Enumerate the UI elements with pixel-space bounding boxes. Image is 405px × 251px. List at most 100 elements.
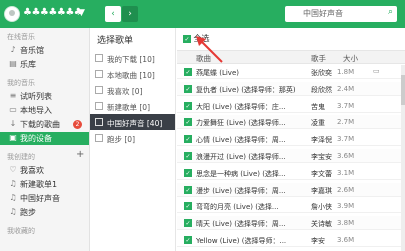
song-size: 2.6M	[337, 185, 355, 194]
checkbox[interactable]	[95, 134, 103, 142]
checkbox[interactable]	[95, 54, 103, 62]
avatar[interactable]	[4, 6, 20, 22]
song-size: 1.8M	[337, 68, 355, 76]
song-list-panel: ✓ 全选 歌曲 歌手 大小 ✓ 燕尾蝶 (Live) 张欣奕 1.8M ▭ ✓ 复仇者 (L…	[177, 28, 405, 251]
checkmark-icon[interactable]: ✓	[184, 185, 192, 194]
playlist-option-label: 中国好声音 [40]	[107, 119, 163, 128]
song-size: 3.6M	[337, 152, 355, 160]
checkbox[interactable]	[95, 102, 103, 110]
mv-icon[interactable]: ▭	[373, 67, 380, 75]
sidebar-item-label: 中国好声音	[20, 194, 60, 203]
song-title: 浪漫开过 (Live) (选择导师...	[196, 153, 286, 161]
checkbox[interactable]	[95, 86, 103, 94]
playlist-option-downloads[interactable]: 我的下载 [10]	[90, 50, 175, 66]
checkmark-icon[interactable]: ✓	[184, 202, 192, 211]
sidebar-item-label: 新建歌单1	[20, 180, 58, 189]
song-size: 3.6M	[337, 236, 355, 244]
sidebar: 在线音乐 ♪ 音乐馆 ▤ 乐库 我的音乐 ≡ 试听列表 ▭ 本地导入 ↓ 下载的…	[0, 28, 90, 251]
table-row[interactable]: ✓ 漫步 (Live) (选择导师：周... 李嘉琪 2.6M	[177, 182, 405, 197]
sidebar-item-downloads[interactable]: ↓ 下载的歌曲 2	[0, 118, 89, 131]
sidebar-item-local-import[interactable]: ▭ 本地导入	[0, 104, 89, 117]
sidebar-item-voice-of-china[interactable]: ♫ 中国好声音	[0, 192, 89, 205]
sidebar-item-label: 本地导入	[20, 106, 52, 115]
song-title: 心情 (Live) (选择导师：周...	[196, 136, 286, 145]
sidebar-item-label: 我喜欢	[20, 166, 44, 175]
column-header-size[interactable]: 大小	[343, 53, 358, 64]
playlist-option-label: 跑步 [0]	[107, 135, 136, 144]
sidebar-item-label: 跑步	[20, 208, 36, 217]
checkmark-icon[interactable]: ✓	[184, 219, 192, 228]
song-size: 2.4M	[337, 84, 355, 93]
checkmark-icon[interactable]: ✓	[184, 118, 192, 127]
forward-button[interactable]: ›	[122, 6, 138, 22]
user-menu-chevron-down-icon[interactable]: ▼	[78, 8, 85, 18]
checkmark-icon[interactable]: ✓	[184, 168, 192, 177]
sidebar-section-my-music: 我的音乐	[7, 79, 35, 87]
checkmark-icon[interactable]: ✓	[184, 68, 192, 76]
checkbox[interactable]	[95, 70, 103, 78]
playlist-option-new[interactable]: 新建歌单 [0]	[90, 98, 175, 114]
add-playlist-icon[interactable]: +	[76, 149, 84, 160]
sidebar-item-label: 试听列表	[20, 92, 52, 101]
checkmark-icon[interactable]: ✓	[184, 152, 192, 160]
song-size: 3.1M	[337, 168, 355, 177]
song-size: 3.7M	[337, 135, 355, 144]
column-header-singer[interactable]: 歌手	[311, 53, 326, 64]
back-button[interactable]: ‹	[105, 6, 121, 22]
table-row[interactable]: ✓ Yellow (Live) (选择导师：... 李安 3.6M	[177, 233, 405, 247]
sidebar-item-favorites[interactable]: ♡ 我喜欢	[0, 164, 89, 177]
sidebar-item-label: 我的设备	[20, 134, 52, 143]
playlist-icon: ♫	[9, 193, 17, 202]
sidebar-item-music-hall[interactable]: ♪ 音乐馆	[0, 44, 89, 57]
sidebar-item-my-devices[interactable]: ▣ 我的设备	[0, 132, 89, 145]
checkmark-icon[interactable]: ✓	[184, 236, 192, 244]
sidebar-section-collected: 我收藏的	[7, 227, 35, 235]
sidebar-item-running[interactable]: ♫ 跑步	[0, 206, 89, 219]
song-title: 弯弯的月亮 (Live) (选择...	[196, 203, 279, 212]
song-title: 复仇者 (Live) (选择导师：那英)	[196, 85, 296, 94]
select-all-checkbox[interactable]: ✓ 全选	[183, 33, 210, 44]
table-row[interactable]: ✓ 力爱舞狂 (Live) (选择导师... 凌重 2.7M	[177, 115, 405, 130]
song-title: 漫步 (Live) (选择导师：周...	[196, 186, 286, 195]
checkmark-icon[interactable]: ✓	[184, 101, 192, 110]
select-all-label: 全选	[193, 34, 210, 43]
search-input-text: 中国好声音	[303, 9, 343, 18]
sidebar-item-label: 乐库	[20, 60, 36, 69]
song-size: 3.9M	[337, 202, 355, 211]
search-icon[interactable]: ⌕	[388, 7, 393, 17]
table-row[interactable]: ✓ 心情 (Live) (选择导师：周... 李泽倪 3.7M	[177, 132, 405, 147]
checkmark-icon[interactable]: ✓	[184, 84, 192, 93]
playlist-option-favorites[interactable]: 我喜欢 [0]	[90, 82, 175, 98]
playlist-option-label: 本地歌曲 [10]	[107, 71, 155, 80]
download-count-badge: 2	[73, 120, 82, 129]
top-bar: ♣♣♣♣♣♣♣ ▼ ‹ › 中国好声音 ⌕	[0, 0, 405, 28]
sidebar-item-trial-list[interactable]: ≡ 试听列表	[0, 90, 89, 103]
music-note-icon: ♪	[10, 45, 16, 54]
table-row[interactable]: ✓ 思念是一种病 (Live) (选择... 李文蕾 3.1M	[177, 166, 405, 180]
checkmark-icon[interactable]: ✓	[184, 135, 192, 144]
table-row[interactable]: ✓ 浪漫开过 (Live) (选择导师... 李宝安 3.6M	[177, 149, 405, 163]
table-row[interactable]: ✓ 晴天 (Live) (选择导师：周... 关诗敏 3.8M	[177, 216, 405, 231]
sidebar-item-library[interactable]: ▤ 乐库	[0, 58, 89, 71]
table-row[interactable]: ✓ 燕尾蝶 (Live) 张欣奕 1.8M ▭	[177, 65, 405, 79]
device-icon: ▣	[9, 133, 17, 142]
sidebar-item-new-playlist-1[interactable]: ♫ 新建歌单1	[0, 178, 89, 191]
song-title: Yellow (Live) (选择导师：...	[196, 237, 287, 245]
scrollbar[interactable]	[401, 65, 405, 251]
checkbox[interactable]	[95, 118, 103, 126]
playlist-option-local[interactable]: 本地歌曲 [10]	[90, 66, 175, 82]
playlist-option-label: 新建歌单 [0]	[107, 103, 151, 112]
column-header-song[interactable]: 歌曲	[196, 53, 211, 64]
table-row[interactable]: ✓ 复仇者 (Live) (选择导师：那英) 段欣然 2.4M	[177, 81, 405, 96]
song-title: 力爱舞狂 (Live) (选择导师...	[196, 119, 286, 128]
playlist-option-voice-of-china[interactable]: 中国好声音 [40]	[90, 114, 175, 130]
list-icon: ≡	[9, 91, 17, 100]
search-input[interactable]: 中国好声音 ⌕	[285, 6, 397, 22]
username[interactable]: ♣♣♣♣♣♣♣	[23, 7, 83, 18]
table-row[interactable]: ✓ 弯弯的月亮 (Live) (选择... 詹小侠 3.9M	[177, 199, 405, 214]
song-size: 3.7M	[337, 101, 355, 110]
playlist-selector-title: 选择歌单	[97, 36, 134, 46]
playlist-option-running[interactable]: 跑步 [0]	[90, 130, 175, 146]
table-row[interactable]: ✓ 大阳 (Live) (选择导师：庄... 苦鬼 3.7M	[177, 99, 405, 113]
sidebar-item-label: 下载的歌曲	[20, 120, 60, 129]
